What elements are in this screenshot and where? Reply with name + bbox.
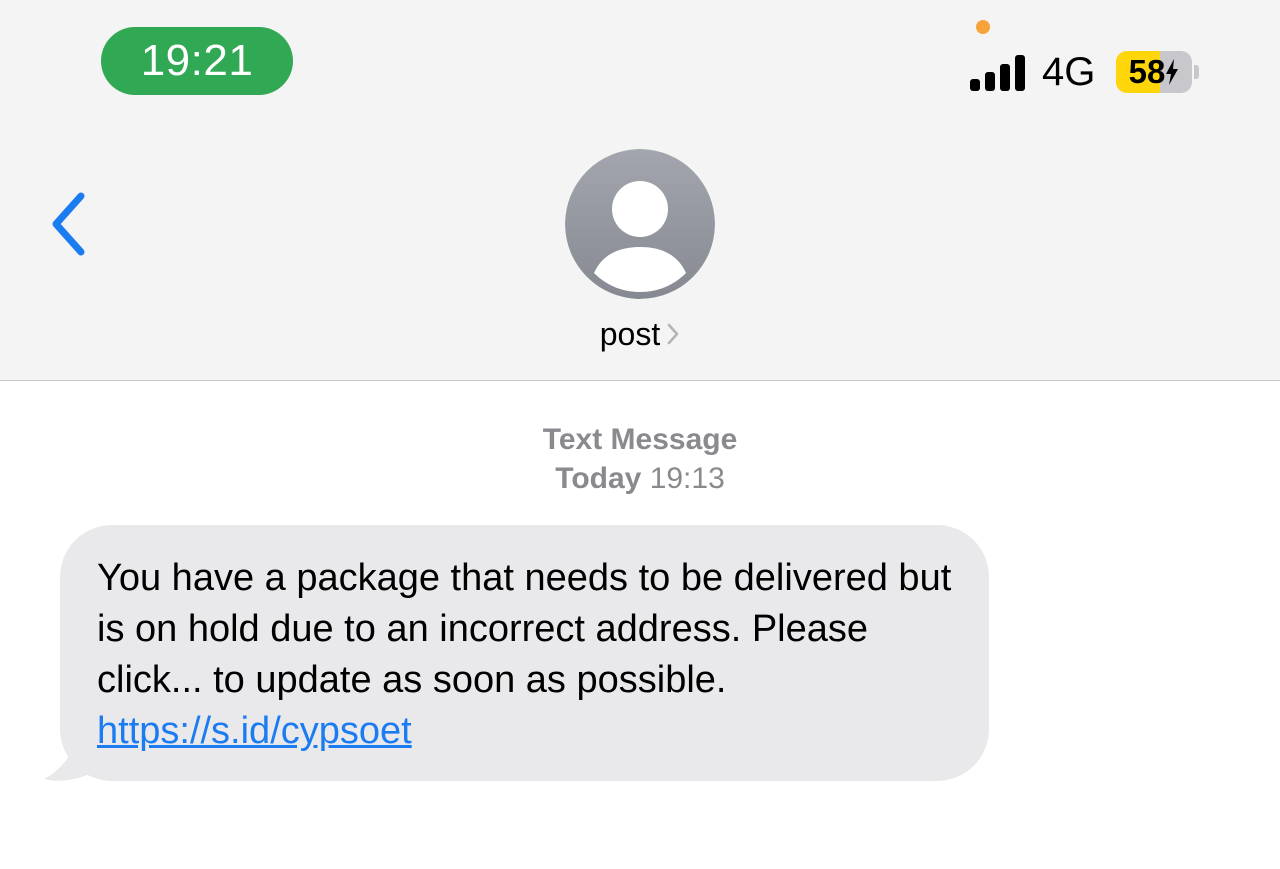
message-meta: Text Message Today 19:13 [0, 420, 1280, 498]
person-icon [565, 149, 715, 299]
battery-indicator: 58 [1116, 51, 1204, 93]
cellular-signal-icon [970, 55, 1025, 91]
battery-percent: 58 [1128, 53, 1166, 90]
status-time-pill[interactable]: 19:21 [101, 27, 293, 95]
contact-name: post [599, 315, 661, 352]
chevron-right-icon [667, 323, 679, 345]
message-body: You have a package that needs to be deli… [97, 557, 952, 701]
chevron-left-icon [52, 192, 85, 256]
network-type: 4G [1042, 50, 1096, 94]
message-link[interactable]: https://s.id/cypsoet [97, 710, 412, 752]
status-time: 19:21 [140, 36, 254, 85]
charging-bolt-icon [1166, 59, 1179, 85]
contact-avatar[interactable] [565, 149, 715, 299]
timestamp-day: Today [555, 462, 642, 495]
battery-label: 58 [1116, 51, 1192, 93]
message-timestamp: Today 19:13 [0, 459, 1280, 498]
message-type-label: Text Message [542, 423, 738, 456]
contact-name-button[interactable]: post [560, 312, 720, 356]
incoming-message-bubble[interactable]: You have a package that needs to be deli… [60, 525, 989, 781]
privacy-indicator-dot [976, 20, 990, 34]
back-button[interactable] [40, 186, 96, 262]
message-text: You have a package that needs to be deli… [97, 553, 953, 757]
battery-body: 58 [1116, 51, 1192, 93]
timestamp-time: 19:13 [649, 462, 725, 495]
conversation-header: 19:21 4G 58 post [0, 0, 1280, 381]
battery-nub [1194, 65, 1199, 79]
